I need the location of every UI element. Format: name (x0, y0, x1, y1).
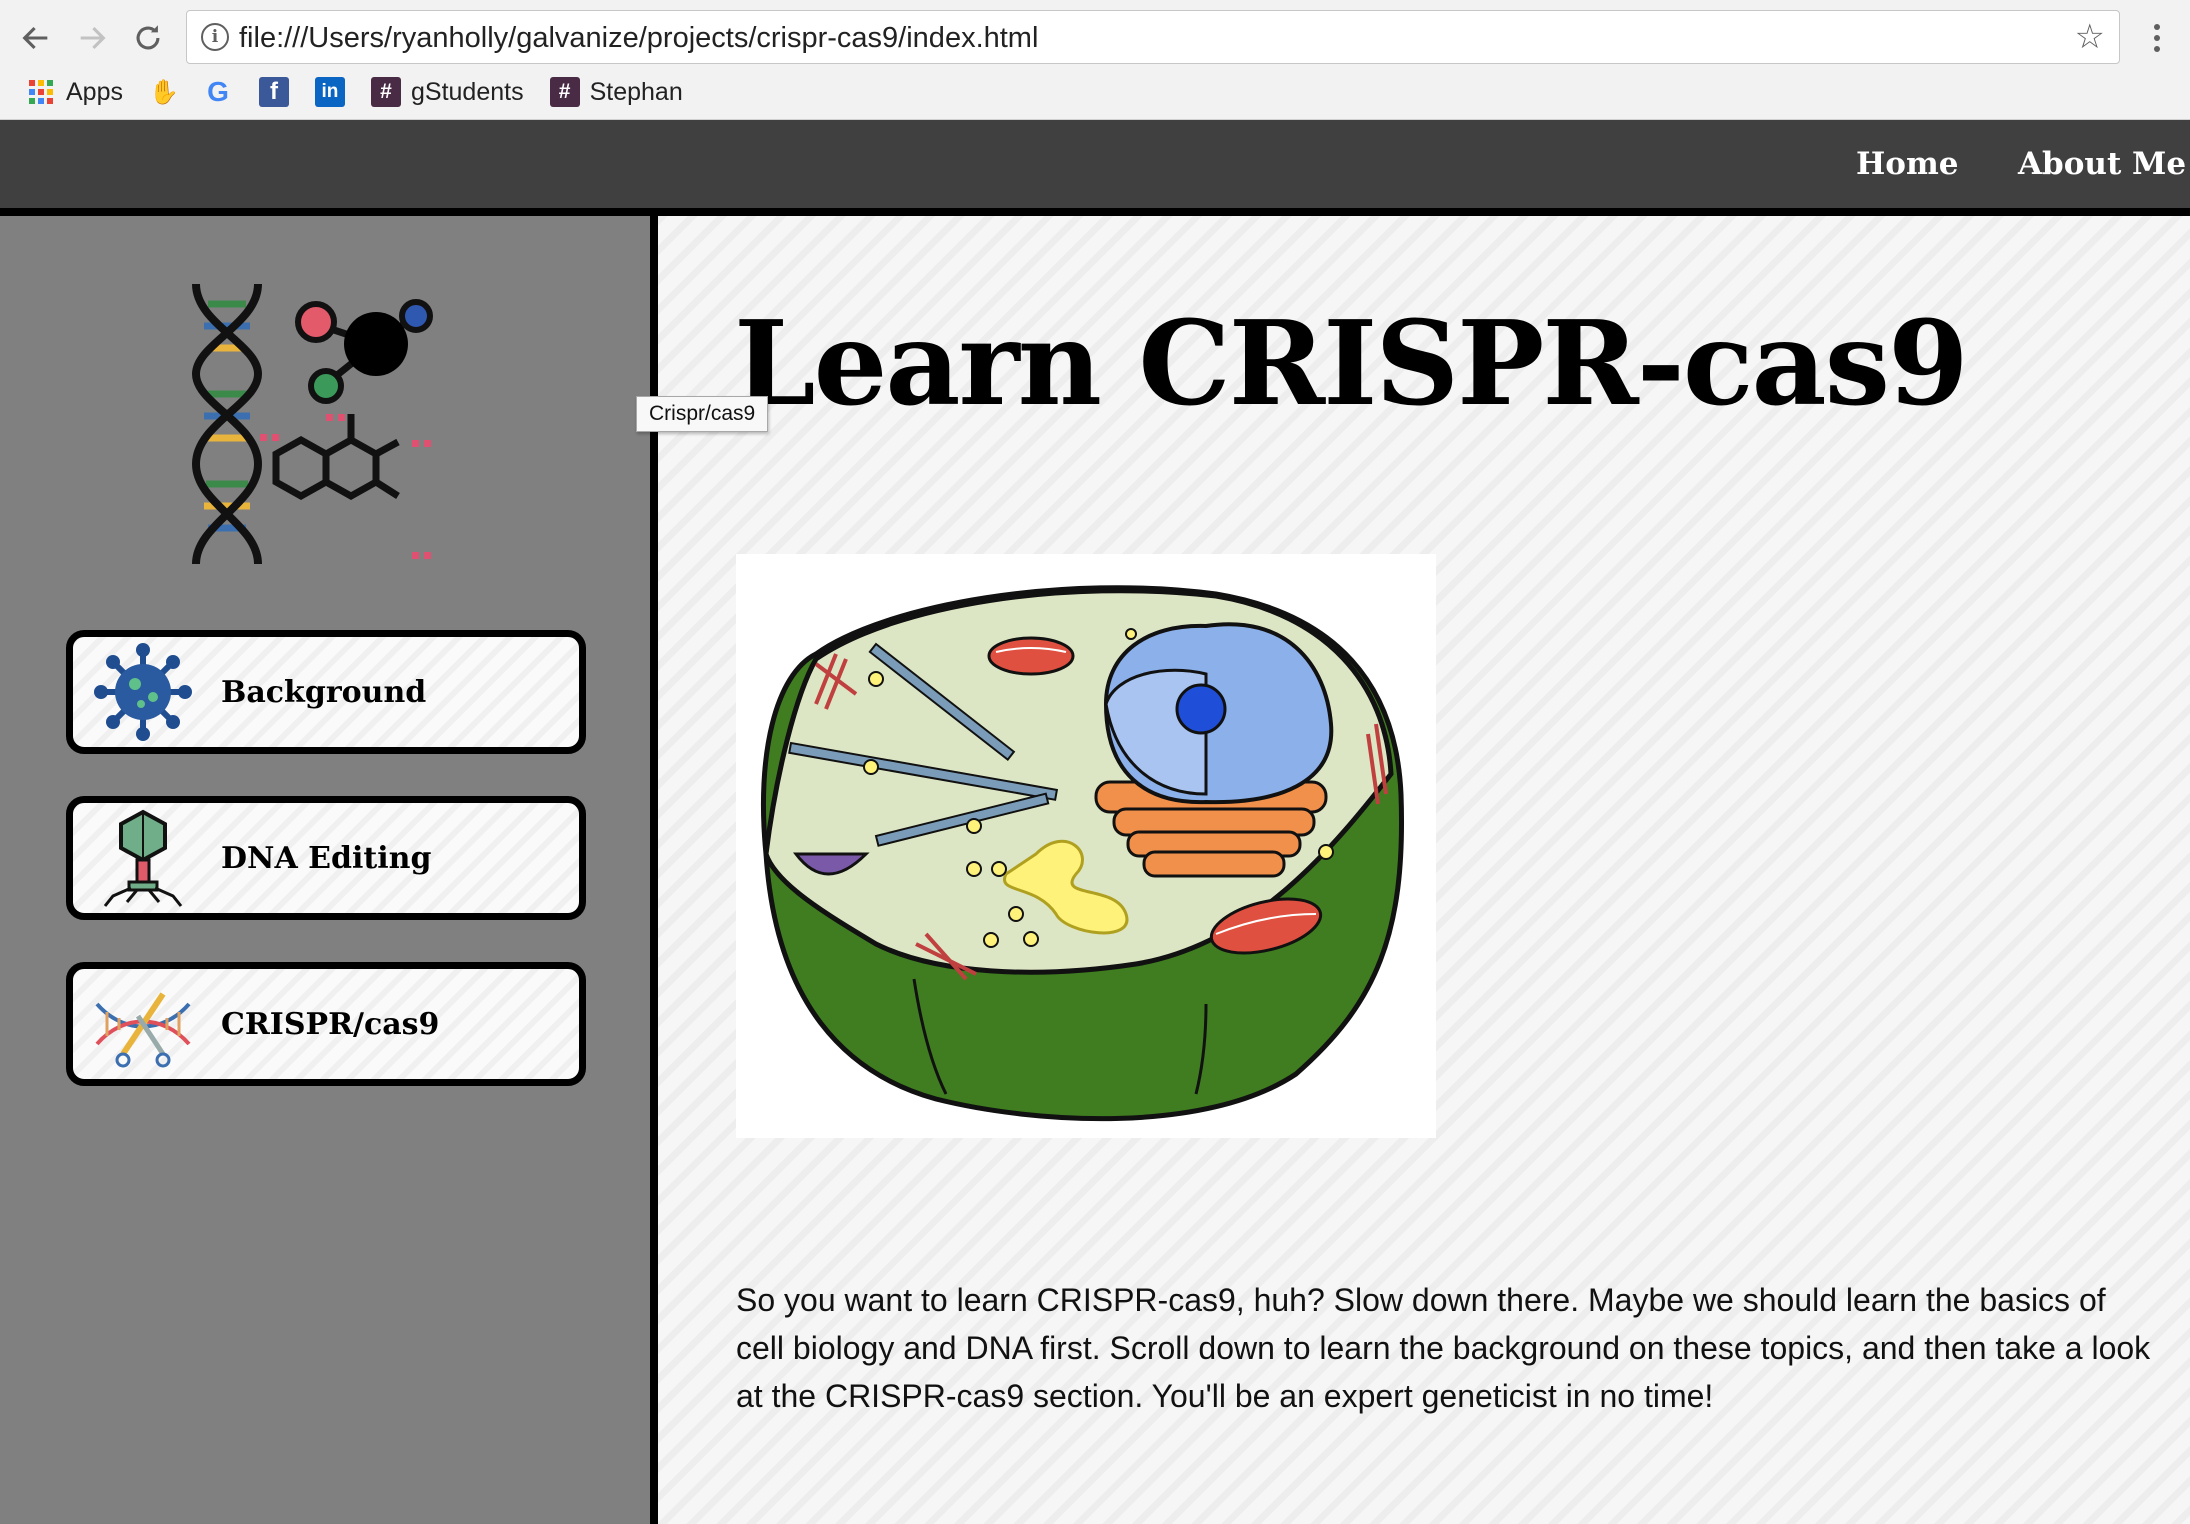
molecule-icon (295, 299, 433, 404)
sidebar-item-crispr[interactable]: CRISPR/cas9 (66, 962, 586, 1086)
nav-about-link[interactable]: About Me (2018, 146, 2186, 182)
sidebar-item-label: Background (221, 674, 427, 710)
animal-cell-diagram (760, 585, 1405, 1122)
apps-grid-icon (26, 77, 56, 107)
bookmark-gstudents[interactable]: # gStudents (370, 70, 524, 114)
dna-molecule-logo (191, 283, 433, 565)
bookmarks-bar: Apps ✋ G f in # gStudents # Stephan (0, 70, 683, 114)
bookmark-google[interactable]: G (203, 70, 233, 114)
browser-menu-button[interactable] (2142, 14, 2172, 62)
facebook-icon: f (258, 77, 289, 107)
bookmark-hand-icon: ✋ (149, 78, 179, 106)
sidebar-item-background[interactable]: Background (66, 630, 586, 754)
bacteriophage-icon (103, 809, 183, 907)
address-bar[interactable]: i file:///Users/ryanholly/galvanize/proj… (186, 10, 2120, 64)
animal-cell-image (736, 554, 1436, 1138)
bookmark-linkedin[interactable]: in (314, 70, 345, 114)
sidebar-item-label: CRISPR/cas9 (221, 1006, 440, 1042)
google-icon: G (207, 76, 229, 107)
url-text[interactable]: file:///Users/ryanholly/galvanize/projec… (239, 22, 1038, 55)
sidebar: Background DNA Editing CRISPR/cas9 (0, 216, 650, 1524)
chemical-ring-icon (272, 414, 400, 501)
site-header: Home About Me (0, 120, 2190, 210)
back-button[interactable] (12, 14, 60, 62)
info-icon[interactable]: i (201, 23, 229, 51)
bookmark-star-icon[interactable]: ☆ (2075, 20, 2105, 54)
tooltip: Crispr/cas9 (636, 396, 769, 432)
dna-helix-icon (191, 283, 263, 565)
bookmark-facebook[interactable]: f (258, 70, 289, 114)
reload-button[interactable] (124, 14, 172, 62)
slack-hash-icon: # (549, 77, 580, 107)
browser-toolbar: i file:///Users/ryanholly/galvanize/proj… (0, 0, 2190, 120)
reload-icon (136, 25, 160, 50)
sidebar-item-label: DNA Editing (221, 840, 432, 876)
bookmark-apps[interactable]: Apps (26, 70, 123, 114)
arrow-left-icon (22, 26, 48, 50)
virus-icon (94, 643, 192, 741)
bookmark-label: gStudents (410, 77, 524, 106)
dna-scissors-icon (95, 992, 191, 1068)
page-title: Learn CRISPR-cas9 (734, 296, 1969, 432)
nav-home-link[interactable]: Home (1856, 146, 1959, 182)
sidebar-item-dna-editing[interactable]: DNA Editing (66, 796, 586, 920)
bookmark-hand[interactable]: ✋ (149, 70, 179, 114)
arrow-right-icon (80, 26, 106, 50)
bookmark-label: Apps (66, 77, 123, 106)
slack-hash-icon: # (370, 77, 401, 107)
bookmark-stephan[interactable]: # Stephan (549, 70, 683, 114)
linkedin-icon: in (314, 77, 345, 107)
header-border (0, 208, 2190, 216)
main-content: Learn CRISPR-cas9 So you want to learn C… (658, 216, 2190, 1524)
forward-button[interactable] (68, 14, 116, 62)
bookmark-label: Stephan (589, 77, 683, 106)
intro-paragraph: So you want to learn CRISPR-cas9, huh? S… (736, 1282, 2151, 1414)
